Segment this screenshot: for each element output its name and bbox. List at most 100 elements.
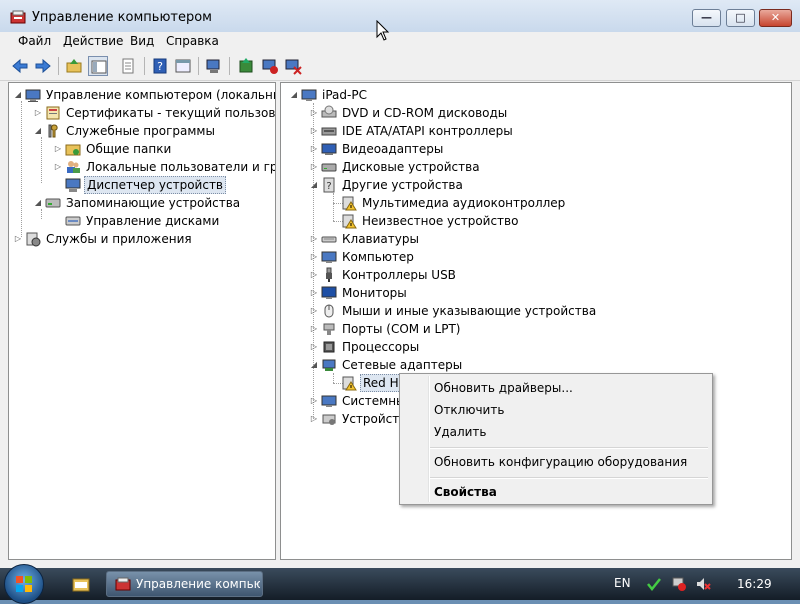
help-icon[interactable]: ? (150, 56, 170, 76)
tree-node-label: Процессоры (342, 340, 420, 354)
mouse-icon (321, 303, 337, 319)
expand-arrow-icon[interactable]: ▷ (309, 107, 319, 119)
display-adapter-icon (321, 141, 337, 157)
context-menu-gutter (428, 376, 430, 502)
tree-node-label: Мониторы (342, 286, 407, 300)
shared-folders-icon (65, 141, 81, 157)
network-tray-icon[interactable] (671, 576, 687, 592)
menu-update-driver[interactable]: Обновить драйверы... (434, 381, 573, 395)
console-view-icon[interactable] (173, 56, 193, 76)
tree-node-label: DVD и CD-ROM дисководы (342, 106, 508, 120)
title-bar[interactable]: Управление компьютером — □ ✕ (0, 0, 800, 32)
tree-node-label: Компьютер (342, 250, 414, 264)
collapse-arrow-icon[interactable]: ◢ (289, 89, 299, 101)
collapse-arrow-icon[interactable]: ◢ (33, 125, 43, 137)
tree-node-label: Локальные пользователи и группы (86, 160, 275, 174)
menu-help[interactable]: Справка (164, 34, 221, 48)
action-center-icon[interactable] (646, 576, 662, 592)
expand-arrow-icon[interactable]: ▷ (309, 269, 319, 281)
expand-arrow-icon[interactable]: ▷ (309, 125, 319, 137)
context-menu-separator (430, 447, 708, 449)
computer-management-app-icon (10, 10, 26, 24)
windows-logo-icon (16, 576, 32, 592)
expand-arrow-icon[interactable]: ▷ (309, 143, 319, 155)
tree-guide-line (41, 209, 42, 219)
menu-scan-hardware[interactable]: Обновить конфигурацию оборудования (434, 455, 687, 469)
start-button[interactable] (4, 564, 44, 604)
expand-arrow-icon[interactable]: ▷ (309, 233, 319, 245)
tree-node-label: Неизвестное устройство (362, 214, 519, 228)
toolbar: ? (0, 52, 800, 81)
expand-arrow-icon[interactable]: ▷ (13, 233, 23, 245)
menu-file[interactable]: Файл (16, 34, 53, 48)
system-tools-icon (45, 123, 61, 139)
expand-arrow-icon[interactable]: ▷ (33, 107, 43, 119)
menu-uninstall-device[interactable]: Удалить (434, 425, 487, 439)
toolbar-separator (229, 57, 230, 75)
expand-arrow-icon[interactable]: ▷ (309, 413, 319, 425)
explorer-folder-icon[interactable] (72, 576, 90, 592)
volume-muted-icon[interactable] (695, 576, 711, 592)
update-driver-icon[interactable] (236, 56, 256, 76)
expand-arrow-icon[interactable]: ▷ (53, 161, 63, 173)
disk-management-icon (65, 213, 81, 229)
expand-arrow-icon[interactable]: ▷ (309, 287, 319, 299)
expand-arrow-icon[interactable]: ▷ (309, 395, 319, 407)
tree-node-label: Сертификаты - текущий пользователь (66, 106, 276, 120)
expand-arrow-icon[interactable]: ▷ (53, 143, 63, 155)
expand-arrow-icon[interactable]: ▷ (309, 341, 319, 353)
minimize-button[interactable]: — (692, 9, 721, 27)
forward-arrow-icon[interactable] (33, 56, 53, 76)
tree-node-label: Службы и приложения (46, 232, 192, 246)
properties-sheet-icon[interactable] (118, 56, 138, 76)
tree-node-label: iPad-PC (322, 88, 367, 102)
tree-node-label: Диспетчер устройств (84, 176, 227, 194)
collapse-arrow-icon[interactable]: ◢ (309, 359, 319, 371)
monitor-icon (321, 285, 337, 301)
expand-arrow-icon[interactable]: ▷ (309, 161, 319, 173)
collapse-arrow-icon[interactable]: ◢ (309, 179, 319, 191)
tree-node-label: Управление дисками (86, 214, 220, 228)
device-manager-icon (65, 177, 81, 193)
disable-device-icon[interactable] (260, 56, 280, 76)
menu-properties[interactable]: Свойства (434, 485, 497, 499)
system-clock[interactable]: 16:29 (737, 577, 772, 591)
taskbar-item-computer-management[interactable]: Управление компью... (106, 571, 263, 597)
disk-drive-icon (321, 159, 337, 175)
menu-view[interactable]: Вид (128, 34, 156, 48)
show-hide-tree-icon[interactable] (88, 56, 108, 76)
expand-arrow-icon[interactable]: ▷ (309, 251, 319, 263)
local-users-icon (65, 159, 81, 175)
tree-node-label: Мыши и иные указывающие устройства (342, 304, 597, 318)
up-folder-icon[interactable] (64, 56, 84, 76)
console-tree-pane[interactable]: ◢ Управление компьютером (локальным) ▷ С… (8, 82, 276, 560)
close-button[interactable]: ✕ (759, 9, 792, 27)
menu-action[interactable]: Действие (61, 34, 125, 48)
storage-icon (45, 195, 61, 211)
back-arrow-icon[interactable] (10, 56, 30, 76)
collapse-arrow-icon[interactable]: ◢ (13, 89, 23, 101)
tree-guide-line (41, 137, 42, 183)
expand-arrow-icon[interactable]: ▷ (309, 305, 319, 317)
maximize-icon: □ (735, 11, 746, 24)
tree-node-label: Сетевые адаптеры (342, 358, 463, 372)
tree-node-label: Дисковые устройства (342, 160, 480, 174)
tree-node-label: Управление компьютером (локальным) (46, 88, 276, 102)
scan-hardware-icon[interactable] (204, 56, 224, 76)
keyboard-icon (321, 231, 337, 247)
computer-management-app-icon (115, 577, 131, 591)
uninstall-device-icon[interactable] (283, 56, 303, 76)
window-title: Управление компьютером (32, 10, 212, 25)
warning-device-icon (341, 195, 357, 211)
tree-node-label: Служебные программы (66, 124, 215, 138)
other-devices-icon: ? (321, 177, 337, 193)
collapse-arrow-icon[interactable]: ◢ (33, 197, 43, 209)
minimize-icon: — (701, 11, 712, 24)
close-icon: ✕ (770, 11, 781, 24)
menu-disable-device[interactable]: Отключить (434, 403, 504, 417)
expand-arrow-icon[interactable]: ▷ (309, 323, 319, 335)
maximize-button[interactable]: □ (726, 9, 755, 27)
language-indicator[interactable]: EN (614, 576, 631, 590)
tree-node-label: Общие папки (86, 142, 172, 156)
computer-management-icon (25, 87, 41, 103)
